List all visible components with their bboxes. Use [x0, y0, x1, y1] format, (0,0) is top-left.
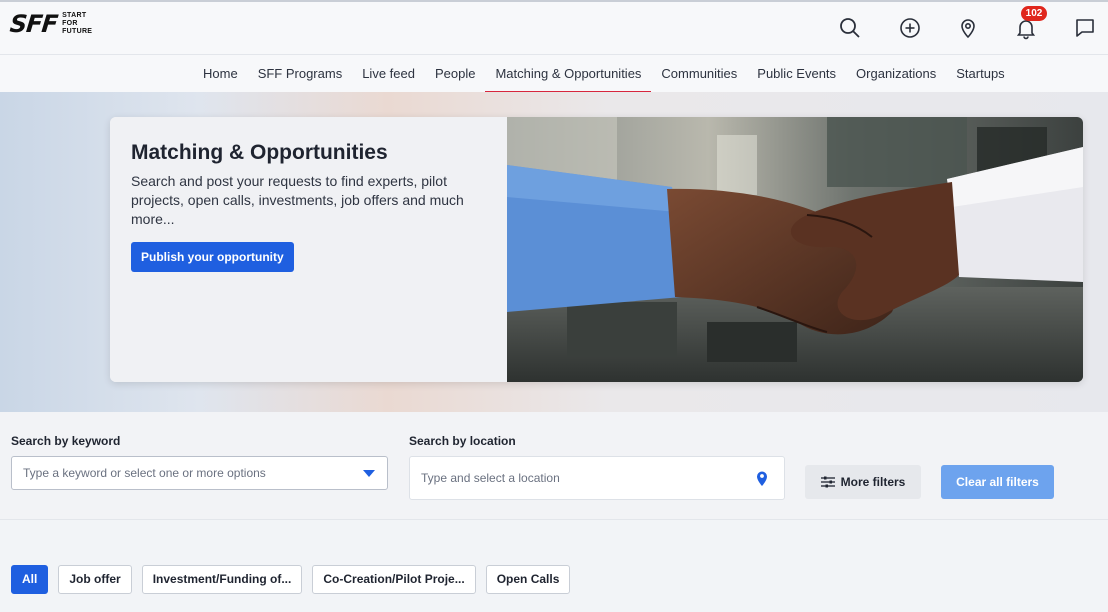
notification-badge: 102 [1021, 6, 1047, 21]
hero-card: Matching & Opportunities Search and post… [110, 117, 1083, 382]
nav-list: Home SFF Programs Live feed People Match… [193, 55, 1015, 93]
logo-mark: SFF [8, 10, 59, 38]
chip-job-offer[interactable]: Job offer [58, 565, 132, 594]
chevron-down-icon[interactable] [363, 470, 375, 477]
hero-text-panel: Matching & Opportunities Search and post… [110, 117, 507, 382]
keyword-label: Search by keyword [11, 434, 121, 448]
nav-item-matching-opportunities[interactable]: Matching & Opportunities [485, 55, 652, 93]
nav-item-organizations[interactable]: Organizations [846, 55, 946, 93]
more-filters-button[interactable]: More filters [805, 465, 921, 499]
hero-title: Matching & Opportunities [131, 141, 388, 164]
nav-item-live-feed[interactable]: Live feed [352, 55, 425, 93]
nav-item-communities[interactable]: Communities [651, 55, 747, 93]
chip-co-creation-pilot[interactable]: Co-Creation/Pilot Proje... [312, 565, 476, 594]
logo-text: START FOR FUTURE [62, 12, 92, 36]
nav-item-startups[interactable]: Startups [946, 55, 1014, 93]
location-input[interactable]: Type and select a location [409, 456, 785, 500]
search-icon[interactable] [838, 16, 862, 40]
chat-icon[interactable] [1073, 16, 1097, 40]
location-pin-icon[interactable] [956, 16, 980, 40]
logo-line-3: FUTURE [62, 28, 93, 35]
chip-all[interactable]: All [11, 565, 49, 594]
keyword-select[interactable]: Type a keyword or select one or more opt… [11, 456, 388, 490]
category-chips: All Job offer Investment/Funding of... C… [11, 565, 571, 594]
handshake-image [507, 117, 1083, 382]
location-pin-icon [757, 471, 767, 486]
publish-opportunity-button[interactable]: Publish your opportunity [131, 242, 294, 272]
keyword-placeholder: Type a keyword or select one or more opt… [23, 466, 266, 480]
plus-circle-icon[interactable] [898, 16, 922, 40]
chip-investment-funding[interactable]: Investment/Funding of... [141, 565, 303, 594]
logo[interactable]: SFF START FOR FUTURE [8, 10, 92, 38]
main-nav: Home SFF Programs Live feed People Match… [0, 54, 1108, 93]
nav-item-home[interactable]: Home [193, 55, 248, 93]
location-placeholder: Type and select a location [421, 471, 560, 485]
nav-item-people[interactable]: People [425, 55, 485, 93]
top-bar: SFF START FOR FUTURE 102 [0, 0, 1108, 54]
nav-item-sff-programs[interactable]: SFF Programs [248, 55, 353, 93]
clear-all-filters-button[interactable]: Clear all filters [941, 465, 1054, 499]
hero-description: Search and post your requests to find ex… [131, 173, 464, 227]
sliders-icon [820, 476, 835, 488]
logo-line-2: FOR [62, 20, 78, 27]
logo-line-1: START [62, 12, 87, 19]
chip-open-calls[interactable]: Open Calls [485, 565, 571, 594]
location-label: Search by location [409, 434, 516, 448]
nav-item-public-events[interactable]: Public Events [747, 55, 846, 93]
more-filters-label: More filters [840, 475, 906, 489]
